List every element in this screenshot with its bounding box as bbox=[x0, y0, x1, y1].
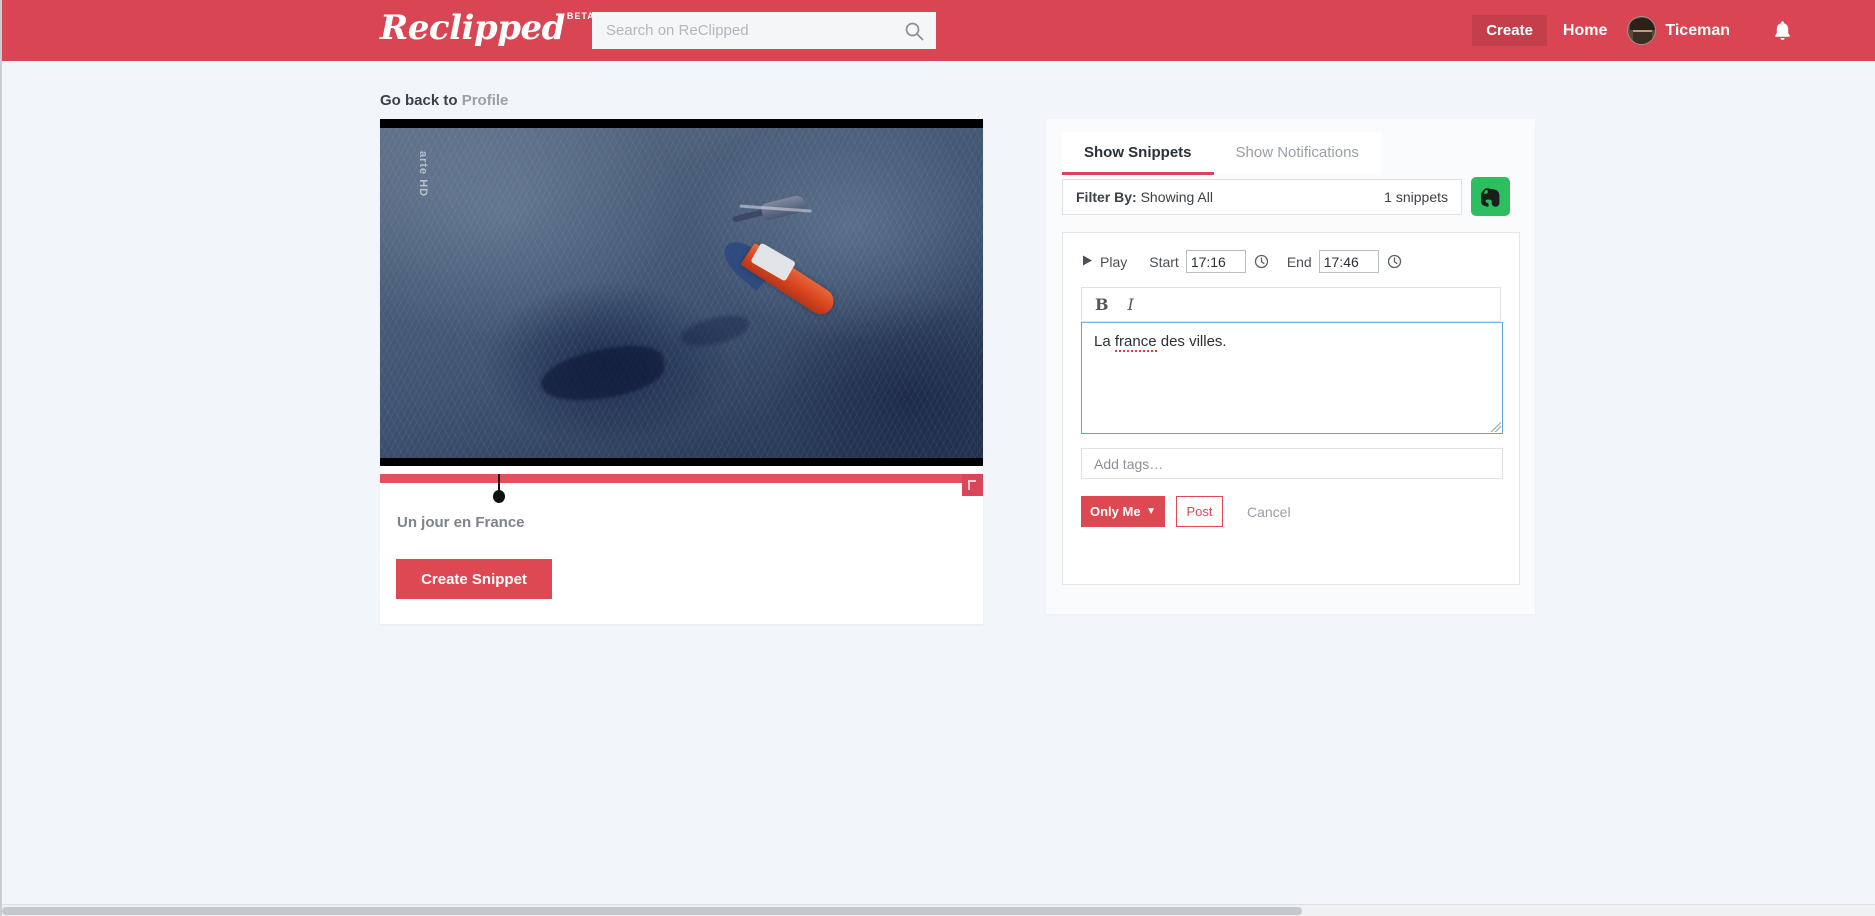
note-text-end: des villes. bbox=[1156, 333, 1227, 350]
bold-button[interactable]: B bbox=[1095, 295, 1109, 314]
end-time-input[interactable] bbox=[1318, 250, 1379, 273]
visibility-dropdown[interactable]: Only Me ▼ bbox=[1081, 496, 1165, 527]
water-ripples-secondary bbox=[380, 128, 983, 458]
note-textarea[interactable]: La france des villes. bbox=[1081, 322, 1503, 434]
horizontal-scrollbar[interactable] bbox=[2, 904, 1875, 916]
search-icon[interactable] bbox=[904, 21, 924, 41]
breadcrumb-prefix: Go back to bbox=[380, 92, 458, 109]
create-snippet-button[interactable]: Create Snippet bbox=[396, 559, 552, 599]
logo-text: Reclipped bbox=[380, 8, 565, 48]
timeline-bar[interactable] bbox=[380, 474, 983, 483]
video-frame: arte HD bbox=[380, 128, 983, 458]
video-title: Un jour en France bbox=[397, 514, 525, 531]
tags-input[interactable] bbox=[1081, 448, 1503, 479]
play-label: Play bbox=[1100, 253, 1128, 270]
end-clock-icon[interactable] bbox=[1387, 254, 1402, 269]
search-box[interactable] bbox=[592, 12, 936, 49]
user-menu[interactable]: Ticeman bbox=[1627, 16, 1730, 45]
filter-label: Filter By: bbox=[1076, 189, 1137, 205]
video-card: arte HD Un jour en France Create Snippet bbox=[380, 119, 983, 624]
start-time-input[interactable] bbox=[1185, 250, 1246, 273]
video-player[interactable]: arte HD bbox=[380, 119, 983, 466]
video-timeline[interactable] bbox=[380, 466, 983, 506]
evernote-elephant-icon[interactable] bbox=[1471, 177, 1510, 216]
note-misspelled-word: france bbox=[1114, 333, 1157, 352]
tab-show-snippets[interactable]: Show Snippets bbox=[1062, 132, 1214, 175]
header-nav: Create Home Ticeman bbox=[1472, 0, 1875, 61]
brand-logo[interactable]: Reclipped BETA bbox=[380, 8, 595, 48]
format-toolbar: B I bbox=[1081, 287, 1501, 322]
snippets-panel: Show Snippets Show Notifications Filter … bbox=[1046, 119, 1535, 614]
start-label: Start bbox=[1149, 253, 1179, 270]
play-icon bbox=[1081, 254, 1094, 270]
snippet-editor: Play Start End bbox=[1062, 232, 1520, 585]
username-label: Ticeman bbox=[1665, 21, 1730, 39]
playhead-marker[interactable] bbox=[493, 474, 505, 503]
post-button[interactable]: Post bbox=[1176, 496, 1223, 527]
top-header: Reclipped BETA Create Home Ticema bbox=[2, 0, 1875, 61]
play-button[interactable]: Play bbox=[1081, 254, 1127, 270]
cancel-button[interactable]: Cancel bbox=[1241, 503, 1297, 521]
breadcrumb: Go back to Profile bbox=[380, 92, 508, 109]
search-input[interactable] bbox=[604, 12, 904, 49]
home-link[interactable]: Home bbox=[1563, 22, 1607, 40]
snippet-actions: Only Me ▼ Post Cancel bbox=[1081, 496, 1519, 527]
tab-show-notifications[interactable]: Show Notifications bbox=[1213, 132, 1381, 175]
visibility-label: Only Me bbox=[1090, 504, 1141, 519]
create-button[interactable]: Create bbox=[1472, 15, 1547, 46]
panel-tabs: Show Snippets Show Notifications bbox=[1062, 132, 1381, 175]
channel-watermark: arte HD bbox=[417, 151, 429, 198]
textarea-resize-handle[interactable] bbox=[1491, 422, 1501, 432]
filter-label-group: Filter By: Showing All bbox=[1076, 189, 1213, 205]
filter-value: Showing All bbox=[1140, 189, 1213, 205]
note-text-content: La france des villes. bbox=[1094, 333, 1227, 352]
avatar[interactable] bbox=[1627, 16, 1657, 45]
logo-beta-badge: BETA bbox=[566, 11, 595, 21]
breadcrumb-profile-link[interactable]: Profile bbox=[462, 92, 509, 109]
scrollbar-thumb[interactable] bbox=[2, 907, 1302, 915]
end-label: End bbox=[1286, 253, 1312, 270]
clip-end-icon[interactable] bbox=[962, 474, 983, 496]
bell-icon[interactable] bbox=[1772, 19, 1793, 42]
snippet-count: 1 snippets bbox=[1384, 189, 1448, 205]
app-page: Reclipped BETA Create Home Ticema bbox=[0, 0, 1875, 916]
snippet-time-row: Play Start End bbox=[1063, 233, 1519, 273]
filter-bar[interactable]: Filter By: Showing All 1 snippets bbox=[1062, 179, 1462, 215]
italic-button[interactable]: I bbox=[1128, 295, 1134, 314]
chevron-down-icon: ▼ bbox=[1146, 506, 1156, 517]
start-clock-icon[interactable] bbox=[1254, 254, 1269, 269]
note-text-start: La bbox=[1094, 333, 1115, 350]
